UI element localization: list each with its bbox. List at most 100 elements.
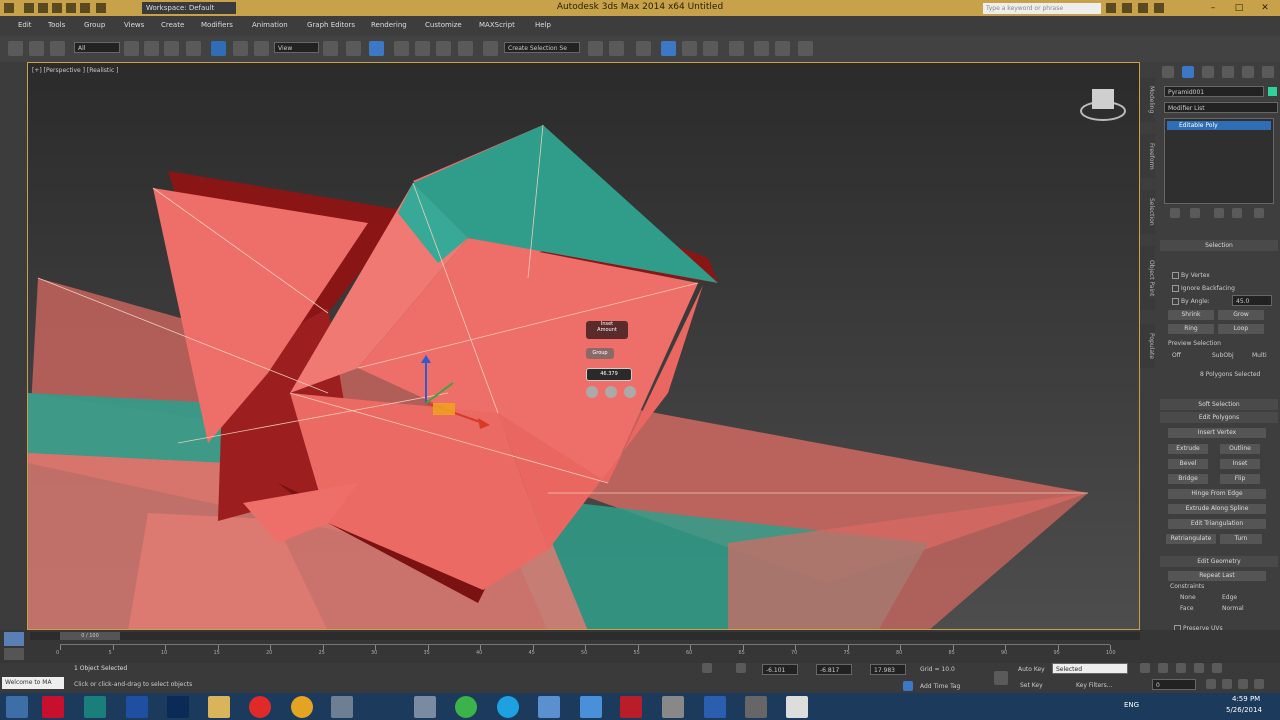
tab-populate[interactable]: Populate: [1140, 324, 1155, 368]
zoom-icon[interactable]: [1206, 679, 1216, 689]
retriangulate-button[interactable]: Retriangulate: [1166, 534, 1216, 544]
time-slider-track[interactable]: 0 / 100: [30, 632, 1140, 640]
screen-recorder-icon[interactable]: [538, 696, 560, 718]
spinner-snap-icon[interactable]: [458, 41, 473, 56]
key-selection-dropdown[interactable]: Selected: [1052, 663, 1128, 674]
select-move-icon[interactable]: [211, 41, 226, 56]
loop-button[interactable]: Loop: [1218, 324, 1264, 334]
set-key-mode-icon[interactable]: [994, 671, 1008, 685]
utorrent-icon[interactable]: [455, 696, 477, 718]
select-scale-icon[interactable]: [254, 41, 269, 56]
pivot-center-icon[interactable]: [323, 41, 338, 56]
perspective-viewport[interactable]: [+] [Perspective ] [Realistic ] Inset Am…: [27, 62, 1140, 630]
menu-rendering[interactable]: Rendering: [371, 21, 407, 29]
infocenter-icon[interactable]: [1122, 3, 1132, 13]
clock-time[interactable]: 4:59 PM: [1232, 695, 1260, 703]
select-rotate-icon[interactable]: [233, 41, 248, 56]
remote-desktop-icon[interactable]: [580, 696, 602, 718]
named-selection-dropdown[interactable]: Create Selection Se: [504, 42, 580, 53]
window-crossing-icon[interactable]: [186, 41, 201, 56]
outline-button[interactable]: Outline: [1220, 444, 1260, 454]
extrude-along-spline-button[interactable]: Extrude Along Spline: [1168, 504, 1266, 514]
caddy-apply-icon[interactable]: [605, 386, 617, 398]
maximize-button[interactable]: □: [1226, 0, 1252, 16]
x-coordinate-field[interactable]: -6.101: [762, 664, 798, 675]
bridge-button[interactable]: Bridge: [1168, 474, 1208, 484]
snaps-toggle-icon[interactable]: [394, 41, 409, 56]
constraint-normal-radio[interactable]: Normal: [1222, 605, 1244, 612]
network-tool-icon[interactable]: [704, 696, 726, 718]
rectangle-selection-icon[interactable]: [164, 41, 179, 56]
track-bar-icon[interactable]: [4, 648, 24, 660]
constraint-face-radio[interactable]: Face: [1180, 605, 1194, 612]
inset-button[interactable]: Inset: [1220, 459, 1260, 469]
bevel-button[interactable]: Bevel: [1168, 459, 1208, 469]
y-coordinate-field[interactable]: -6.817: [816, 664, 852, 675]
language-indicator[interactable]: ENG: [1124, 701, 1139, 709]
edit-polygons-rollout-header[interactable]: Edit Polygons: [1160, 412, 1278, 423]
goto-end-icon[interactable]: [1212, 663, 1222, 673]
bind-space-warp-icon[interactable]: [50, 41, 65, 56]
menu-create[interactable]: Create: [161, 21, 184, 29]
by-vertex-checkbox[interactable]: By Vertex: [1172, 272, 1210, 279]
tab-selection[interactable]: Selection: [1140, 190, 1155, 234]
selection-rollout-header[interactable]: Selection: [1160, 240, 1278, 251]
by-angle-spinner[interactable]: 45.0: [1232, 295, 1272, 306]
select-manipulate-icon[interactable]: [346, 41, 361, 56]
auto-key-button[interactable]: Auto Key: [1018, 666, 1045, 673]
caddy-amount-spinner[interactable]: 46.379: [586, 368, 632, 381]
3dsmax-icon[interactable]: [84, 696, 106, 718]
align-icon[interactable]: [609, 41, 624, 56]
settings-app-icon[interactable]: [331, 696, 353, 718]
stack-item-editable-poly[interactable]: Editable Poly: [1167, 121, 1271, 130]
selection-filter-dropdown[interactable]: All: [74, 42, 120, 53]
autocad-icon[interactable]: [42, 696, 64, 718]
menu-views[interactable]: Views: [124, 21, 144, 29]
extrude-button[interactable]: Extrude: [1168, 444, 1208, 454]
menu-animation[interactable]: Animation: [252, 21, 288, 29]
tool-app-icon[interactable]: [662, 696, 684, 718]
object-color-swatch[interactable]: [1268, 87, 1277, 96]
generic-app-icon[interactable]: [745, 696, 767, 718]
menu-graph-editors[interactable]: Graph Editors: [307, 21, 355, 29]
insert-vertex-button[interactable]: Insert Vertex: [1168, 428, 1266, 438]
caddy-group-dropdown[interactable]: Group: [586, 348, 614, 359]
tab-object-paint[interactable]: Object Paint: [1140, 246, 1155, 310]
menu-tools[interactable]: Tools: [48, 21, 65, 29]
menu-customize[interactable]: Customize: [425, 21, 462, 29]
menu-help[interactable]: Help: [535, 21, 551, 29]
opera-icon[interactable]: [249, 696, 271, 718]
timeline-ruler[interactable]: 0 5 10 15 20 25 30 35 40 45 50 55 60 65 70 75 80 85 90 95 10…: [56, 644, 1116, 661]
add-time-tag-label[interactable]: Add Time Tag: [920, 683, 960, 690]
menu-modifiers[interactable]: Modifiers: [201, 21, 233, 29]
schematic-view-icon[interactable]: [703, 41, 718, 56]
time-slider-handle[interactable]: 0 / 100: [60, 632, 120, 640]
edit-named-selection-icon[interactable]: [483, 41, 498, 56]
motion-tab-icon[interactable]: [1222, 66, 1234, 78]
lock-selection-icon[interactable]: [702, 663, 712, 673]
utilities-tab-icon[interactable]: [1262, 66, 1274, 78]
pan-view-icon[interactable]: [1222, 679, 1232, 689]
media-app-icon[interactable]: [620, 696, 642, 718]
keyboard-shortcut-override-icon[interactable]: [369, 41, 384, 56]
render-setup-icon[interactable]: [754, 41, 769, 56]
by-angle-checkbox[interactable]: By Angle:: [1172, 298, 1210, 305]
absolute-mode-icon[interactable]: [736, 663, 746, 673]
z-coordinate-field[interactable]: 17.983: [870, 664, 906, 675]
start-button-icon[interactable]: [6, 696, 28, 718]
grow-button[interactable]: Grow: [1218, 310, 1264, 320]
rendered-frame-window-icon[interactable]: [775, 41, 790, 56]
link-icon[interactable]: [8, 41, 23, 56]
play-icon[interactable]: [1176, 663, 1186, 673]
layer-manager-icon[interactable]: [636, 41, 651, 56]
file-explorer-icon[interactable]: [208, 696, 230, 718]
angle-snap-icon[interactable]: [415, 41, 430, 56]
display-tab-icon[interactable]: [1242, 66, 1254, 78]
star-icon[interactable]: [1138, 3, 1148, 13]
menu-maxscript[interactable]: MAXScript: [479, 21, 515, 29]
skype-icon[interactable]: [497, 696, 519, 718]
shrink-button[interactable]: Shrink: [1168, 310, 1214, 320]
reference-coordinate-dropdown[interactable]: View: [274, 42, 319, 53]
search-input[interactable]: Type a keyword or phrase: [983, 3, 1101, 14]
maximize-viewport-icon[interactable]: [1254, 679, 1264, 689]
